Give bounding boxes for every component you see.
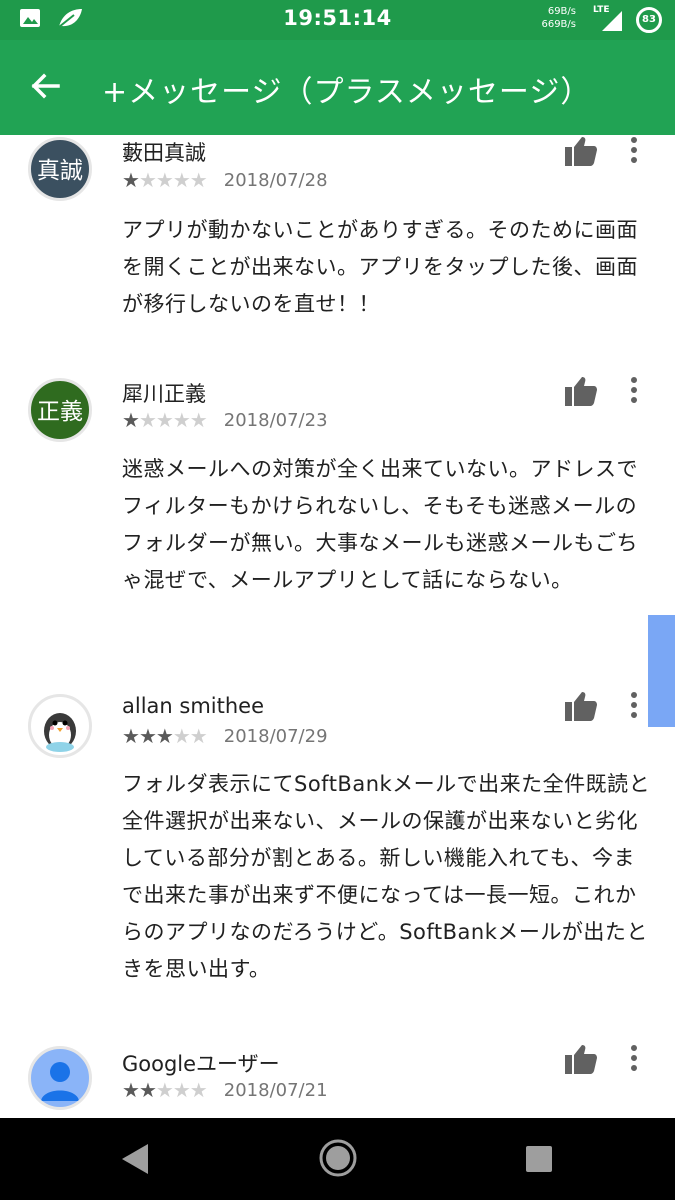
avatar[interactable]: 正義 xyxy=(28,378,92,442)
rating-row: ★★★★★ 2018/07/21 xyxy=(122,1078,328,1102)
thumbs-up-icon[interactable] xyxy=(564,690,598,722)
person-icon xyxy=(41,1062,79,1101)
star-icon: ★ xyxy=(155,168,174,192)
star-icon: ★ xyxy=(155,408,174,432)
review-date: 2018/07/21 xyxy=(223,1079,328,1101)
star-icon: ★ xyxy=(155,1078,174,1102)
star-rating: ★★★★★ xyxy=(122,408,208,432)
star-icon: ★ xyxy=(138,168,157,192)
net-down: 669B/s xyxy=(541,19,576,30)
review-text: アプリが動かないことがありすぎる。そのために画面を開くことが出来ない。アプリをタ… xyxy=(122,218,638,316)
rating-row: ★★★★★ 2018/07/29 xyxy=(122,724,328,748)
more-options-icon[interactable] xyxy=(624,1043,644,1075)
star-rating: ★★★★★ xyxy=(122,168,208,192)
home-circle-icon[interactable] xyxy=(317,1137,359,1179)
rating-row: ★★★★★ 2018/07/28 xyxy=(122,168,328,192)
star-icon: ★ xyxy=(155,724,174,748)
star-icon: ★ xyxy=(172,168,191,192)
star-icon: ★ xyxy=(172,724,191,748)
back-triangle-icon[interactable] xyxy=(118,1140,152,1178)
star-icon: ★ xyxy=(138,408,157,432)
review-date: 2018/07/29 xyxy=(223,725,328,747)
star-icon: ★ xyxy=(122,724,140,748)
page-title: +メッセージ（プラスメッセージ） xyxy=(102,75,592,110)
star-icon: ★ xyxy=(122,1078,140,1102)
more-options-icon[interactable] xyxy=(624,690,644,722)
star-icon: ★ xyxy=(189,168,208,192)
thumbs-up-icon[interactable] xyxy=(564,135,598,167)
star-icon: ★ xyxy=(189,724,208,748)
avatar[interactable]: 真誠 xyxy=(28,137,92,201)
avatar-initials: 真誠 xyxy=(37,158,83,184)
avatar[interactable] xyxy=(28,694,92,758)
review-text: フォルダ表示にてSoftBankメールで出来た全件既読と全件選択が出来ない、メー… xyxy=(122,772,651,981)
navigation-bar xyxy=(0,1118,675,1200)
star-icon: ★ xyxy=(122,408,140,432)
star-icon: ★ xyxy=(138,724,157,748)
star-rating: ★★★★★ xyxy=(122,724,208,748)
review-date: 2018/07/28 xyxy=(223,169,328,191)
star-icon: ★ xyxy=(172,1078,191,1102)
avatar[interactable] xyxy=(28,1046,92,1110)
network-speed: 69B/s 669B/s xyxy=(536,5,576,31)
reviewer-name: Googleユーザー xyxy=(122,1052,280,1076)
reviewer-name: 藪田真誠 xyxy=(122,141,206,165)
more-options-icon[interactable] xyxy=(624,375,644,407)
rating-row: ★★★★★ 2018/07/23 xyxy=(122,408,328,432)
star-icon: ★ xyxy=(122,168,140,192)
thumbs-up-icon[interactable] xyxy=(564,1043,598,1075)
reviewer-name: allan smithee xyxy=(122,694,265,718)
signal-icon xyxy=(602,11,622,31)
status-bar: 19:51:14 69B/s 669B/s LTE 83 xyxy=(0,0,675,40)
arrow-left-icon[interactable] xyxy=(28,68,64,104)
star-icon: ★ xyxy=(172,408,191,432)
battery-indicator: 83 xyxy=(636,7,662,33)
star-rating: ★★★★★ xyxy=(122,1078,208,1102)
star-icon: ★ xyxy=(138,1078,157,1102)
review-text: 迷惑メールへの対策が全く出来ていない。アドレスでフィルターもかけられないし、そも… xyxy=(122,457,638,592)
scrollbar-thumb[interactable] xyxy=(648,615,675,727)
star-icon: ★ xyxy=(189,1078,208,1102)
star-icon: ★ xyxy=(189,408,208,432)
more-options-icon[interactable] xyxy=(624,135,644,167)
reviewer-name: 犀川正義 xyxy=(122,382,206,406)
penguin-icon xyxy=(44,713,76,752)
net-up: 69B/s xyxy=(547,6,576,17)
recents-square-icon[interactable] xyxy=(523,1143,555,1175)
avatar-initials: 正義 xyxy=(37,399,83,425)
review-date: 2018/07/23 xyxy=(223,409,328,431)
app-bar: +メッセージ（プラスメッセージ） xyxy=(0,40,675,135)
thumbs-up-icon[interactable] xyxy=(564,375,598,407)
